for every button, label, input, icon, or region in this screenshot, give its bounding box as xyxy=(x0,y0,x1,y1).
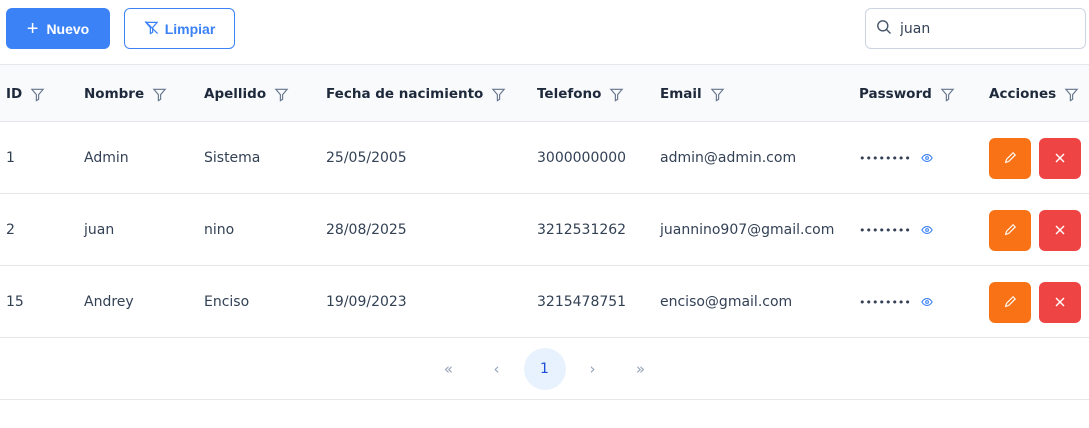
pencil-icon xyxy=(1003,223,1017,237)
cell-apellido: nino xyxy=(204,222,235,238)
table-body: 1 Admin Sistema 25/05/2005 3000000000 admin@a… xyxy=(0,122,1089,338)
eye-icon[interactable] xyxy=(921,153,933,163)
prev-page-button[interactable]: ‹ xyxy=(476,348,518,390)
filter-icon[interactable] xyxy=(940,87,955,102)
filter-icon[interactable] xyxy=(710,87,725,102)
cell-id: 2 xyxy=(6,222,15,238)
cell-telefono: 3215478751 xyxy=(537,294,627,310)
cell-email: enciso@gmail.com xyxy=(660,294,793,310)
filter-icon[interactable] xyxy=(609,87,624,102)
cell-fecha-nacimiento: 28/08/2025 xyxy=(326,222,407,238)
cell-fecha-nacimiento: 25/05/2005 xyxy=(326,150,407,166)
column-header-label: Acciones xyxy=(989,86,1057,102)
filter-icon[interactable] xyxy=(274,87,289,102)
password-mask: •••••••• xyxy=(859,223,911,237)
column-header-nombre[interactable]: Nombre xyxy=(84,65,167,123)
cell-telefono: 3000000000 xyxy=(537,150,627,166)
filter-icon[interactable] xyxy=(1064,87,1079,102)
filter-icon[interactable] xyxy=(491,87,506,102)
new-button[interactable]: + Nuevo xyxy=(6,8,110,49)
new-button-label: Nuevo xyxy=(46,20,90,37)
close-icon xyxy=(1054,296,1066,308)
column-header-label: Telefono xyxy=(537,86,602,102)
next-page-button[interactable]: › xyxy=(572,348,614,390)
last-page-button[interactable]: » xyxy=(620,348,662,390)
column-header-label: Password xyxy=(859,86,932,102)
column-header-email[interactable]: Email xyxy=(660,65,725,123)
cell-password: •••••••• xyxy=(859,194,933,266)
edit-button[interactable] xyxy=(989,281,1031,323)
column-header-apellido[interactable]: Apellido xyxy=(204,65,289,123)
table-header: ID Nombre Apellido Fecha de nacimiento Telef… xyxy=(0,64,1089,122)
cell-actions xyxy=(989,194,1081,266)
cell-actions xyxy=(989,266,1081,338)
eye-icon[interactable] xyxy=(921,297,933,307)
pencil-icon xyxy=(1003,295,1017,309)
filter-icon[interactable] xyxy=(30,87,45,102)
search-box xyxy=(865,8,1086,49)
column-header-acciones[interactable]: Acciones xyxy=(989,65,1079,123)
table-row: 15 Andrey Enciso 19/09/2023 3215478751 enciso… xyxy=(0,266,1089,338)
cell-apellido: Sistema xyxy=(204,150,261,166)
toolbar: + Nuevo Limpiar xyxy=(0,0,1089,64)
users-table: ID Nombre Apellido Fecha de nacimiento Telef… xyxy=(0,64,1089,400)
column-header-password[interactable]: Password xyxy=(859,65,955,123)
column-header-label: Fecha de nacimiento xyxy=(326,86,484,102)
cell-password: •••••••• xyxy=(859,266,933,338)
edit-button[interactable] xyxy=(989,137,1031,179)
cell-password: •••••••• xyxy=(859,122,933,194)
eye-icon[interactable] xyxy=(921,225,933,235)
cell-fecha-nacimiento: 19/09/2023 xyxy=(326,294,407,310)
delete-button[interactable] xyxy=(1039,209,1081,251)
paginator: « ‹ 1 › » xyxy=(0,338,1089,400)
cell-nombre: Admin xyxy=(84,150,129,166)
search-input[interactable] xyxy=(900,20,1070,37)
cell-apellido: Enciso xyxy=(204,294,250,310)
close-icon xyxy=(1054,152,1066,164)
plus-icon: + xyxy=(26,17,39,40)
column-header-label: ID xyxy=(6,86,23,102)
cell-telefono: 3212531262 xyxy=(537,222,627,238)
filter-slash-icon xyxy=(144,20,159,38)
close-icon xyxy=(1054,224,1066,236)
delete-button[interactable] xyxy=(1039,137,1081,179)
column-header-label: Apellido xyxy=(204,86,267,102)
cell-actions xyxy=(989,122,1081,194)
clear-button-label: Limpiar xyxy=(164,20,216,37)
column-header-telefono[interactable]: Telefono xyxy=(537,65,624,123)
table-row: 1 Admin Sistema 25/05/2005 3000000000 admin@a… xyxy=(0,122,1089,194)
column-header-label: Email xyxy=(660,86,702,102)
cell-id: 15 xyxy=(6,294,24,310)
password-mask: •••••••• xyxy=(859,295,911,309)
table-row: 2 juan nino 28/08/2025 3212531262 juannino907… xyxy=(0,194,1089,266)
first-page-button[interactable]: « xyxy=(428,348,470,390)
cell-id: 1 xyxy=(6,150,15,166)
delete-button[interactable] xyxy=(1039,281,1081,323)
column-header-label: Nombre xyxy=(84,86,145,102)
clear-filters-button[interactable]: Limpiar xyxy=(124,8,235,49)
cell-nombre: Andrey xyxy=(84,294,134,310)
page-button-current[interactable]: 1 xyxy=(523,347,566,390)
pencil-icon xyxy=(1003,151,1017,165)
filter-icon[interactable] xyxy=(152,87,167,102)
cell-nombre: juan xyxy=(84,222,115,238)
column-header-fecha-nacimiento[interactable]: Fecha de nacimiento xyxy=(326,65,506,123)
cell-email: juannino907@gmail.com xyxy=(660,222,835,238)
search-icon xyxy=(876,19,892,39)
cell-email: admin@admin.com xyxy=(660,150,797,166)
column-header-id[interactable]: ID xyxy=(6,65,45,123)
password-mask: •••••••• xyxy=(859,151,911,165)
edit-button[interactable] xyxy=(989,209,1031,251)
